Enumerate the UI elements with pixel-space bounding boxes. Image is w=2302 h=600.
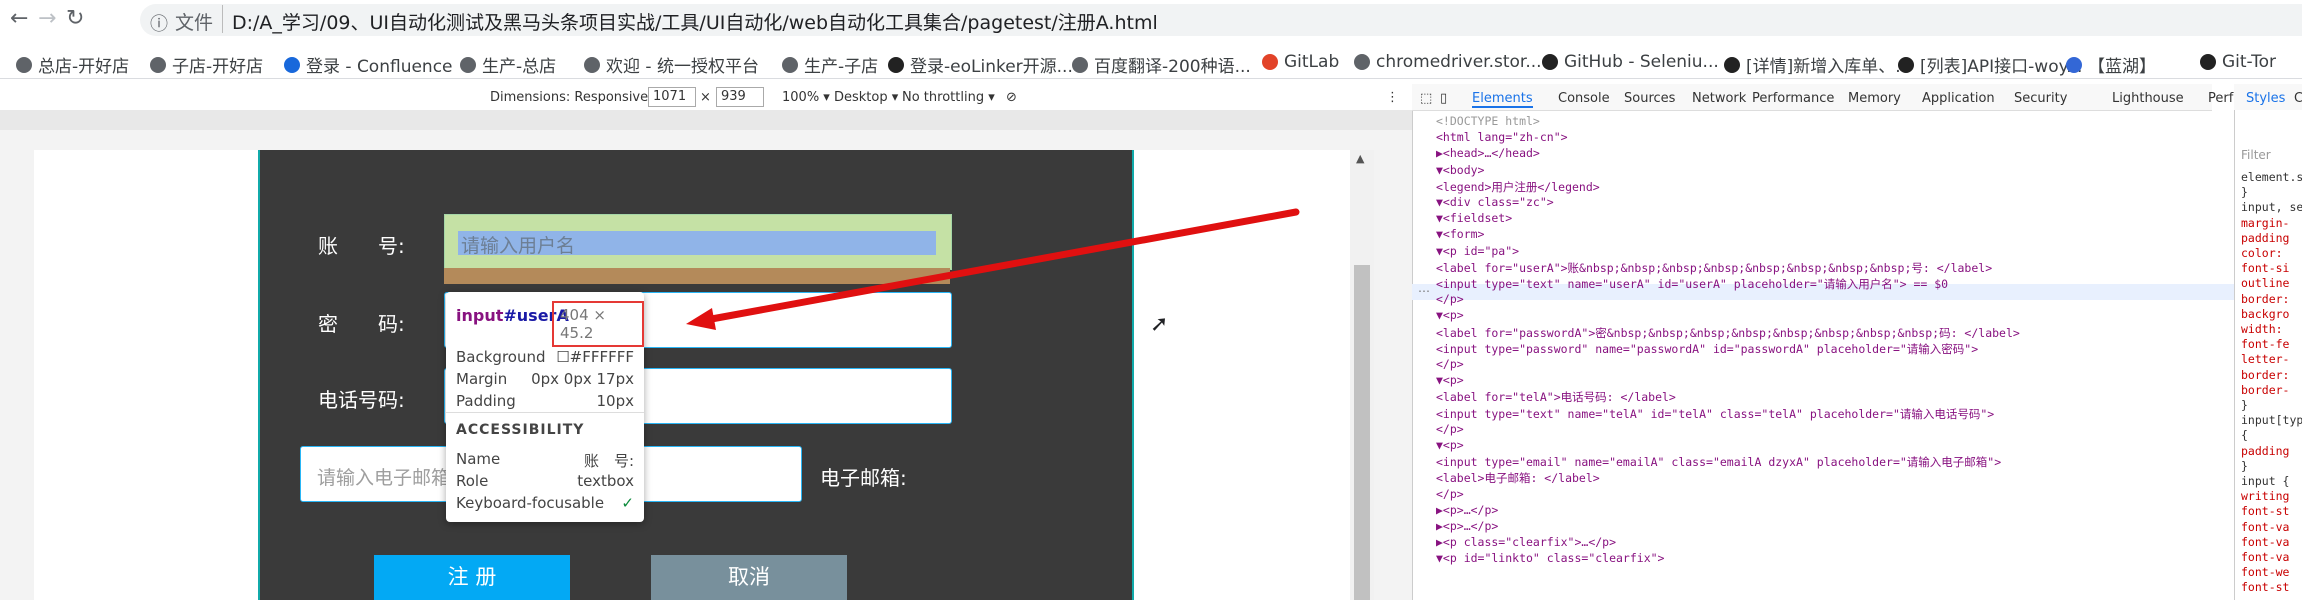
styles-tabs: Styles C xyxy=(2234,84,2302,111)
style-rule-line[interactable]: color: xyxy=(2241,246,2283,260)
dom-node-line[interactable]: <!DOCTYPE html> xyxy=(1436,114,1540,128)
github-icon xyxy=(1542,54,1558,70)
tab-computed[interactable]: C xyxy=(2294,91,2302,106)
dom-node-line[interactable]: ▼<p id="pa"> xyxy=(1436,244,1519,258)
bookmark-item[interactable]: 【蓝湖】 xyxy=(2066,52,2156,77)
style-rule-line[interactable]: } xyxy=(2241,398,2248,412)
style-rule-line[interactable]: input, sel xyxy=(2241,200,2302,214)
tab-styles[interactable]: Styles xyxy=(2246,91,2285,106)
style-rule-line[interactable]: border: xyxy=(2241,292,2289,306)
bookmark-label: 【蓝湖】 xyxy=(2088,57,2156,77)
bookmark-item[interactable]: Git-Tor xyxy=(2200,52,2276,72)
style-rule-line[interactable]: input { xyxy=(2241,474,2289,488)
style-rule-line[interactable]: margin- xyxy=(2241,216,2289,230)
style-rule-line[interactable]: } xyxy=(2241,459,2248,473)
dom-node-line[interactable]: <input type="text" name="userA" id="user… xyxy=(1436,276,1948,292)
style-rule-line[interactable]: padding xyxy=(2241,231,2289,245)
tab-sources[interactable]: Sources xyxy=(1624,91,1675,106)
bookmark-item[interactable]: [详情]新增入库单、... xyxy=(1724,52,1911,77)
tab-network[interactable]: Network xyxy=(1692,91,1746,106)
dom-node-line[interactable]: <label for="telA">电话号码: </label> xyxy=(1436,389,1676,405)
bookmark-label: [列表]API接口-woy... xyxy=(1920,57,2083,77)
style-rule-line[interactable]: font-va xyxy=(2241,550,2289,564)
style-rule-line[interactable]: outline xyxy=(2241,276,2289,290)
style-rule-line[interactable]: border- xyxy=(2241,383,2289,397)
style-rule-line[interactable]: } xyxy=(2241,185,2248,199)
style-rule-line[interactable]: backgro xyxy=(2241,307,2289,321)
style-rule-line[interactable]: font-va xyxy=(2241,535,2289,549)
style-rule-line[interactable]: width: xyxy=(2241,322,2283,336)
style-rule-line[interactable]: font-si xyxy=(2241,261,2289,275)
annotation-arrow xyxy=(686,208,1300,330)
tab-console[interactable]: Console xyxy=(1558,91,1610,106)
lanhu-icon xyxy=(2066,56,2082,73)
style-rule-line[interactable]: font-st xyxy=(2241,580,2289,594)
tab-memory[interactable]: Memory xyxy=(1848,91,1901,106)
eolinker-icon xyxy=(1724,56,1740,73)
style-rule-line[interactable]: font-va xyxy=(2241,520,2289,534)
bookmark-label: Git-Tor xyxy=(2222,52,2277,72)
dom-node-line[interactable]: ▼<p> xyxy=(1436,308,1464,322)
dom-node-line[interactable]: ▼<p> xyxy=(1436,438,1464,452)
dom-node-line[interactable]: <label for="userA">账&nbsp;&nbsp;&nbsp;&n… xyxy=(1436,260,1992,276)
bookmark-item[interactable]: [列表]API接口-woy... xyxy=(1898,52,2082,77)
style-rule-line[interactable]: element.st xyxy=(2241,170,2302,184)
styles-filter[interactable]: Filter xyxy=(2241,148,2271,162)
eolinker-icon xyxy=(1898,56,1914,73)
tab-elements[interactable]: Elements xyxy=(1472,91,1533,108)
node-menu-icon[interactable]: ⋯ xyxy=(1418,284,1430,298)
git-icon xyxy=(2200,54,2216,70)
dom-node-line[interactable]: ▶<p>…</p> xyxy=(1436,503,1498,517)
dom-node-line[interactable]: <input type="password" name="passwordA" … xyxy=(1436,341,1978,357)
style-rule-line[interactable]: font-we xyxy=(2241,565,2289,579)
style-rule-line[interactable]: border: xyxy=(2241,368,2289,382)
dom-node-line[interactable]: </p> xyxy=(1436,487,1464,501)
dom-node-line[interactable]: <input type="text" name="telA" id="telA"… xyxy=(1436,406,1994,422)
style-rule-line[interactable]: letter- xyxy=(2241,352,2289,366)
dom-node-line[interactable]: ▶<p>…</p> xyxy=(1436,519,1498,533)
style-rule-line[interactable]: input[type xyxy=(2241,413,2302,427)
style-rule-line[interactable]: font-fe xyxy=(2241,337,2289,351)
dom-node-line[interactable]: ▼<body> xyxy=(1436,163,1484,177)
dom-node-line[interactable]: ▼<fieldset> xyxy=(1436,211,1512,225)
dom-node-line[interactable]: <label>电子邮箱: </label> xyxy=(1436,470,1600,486)
tab-security[interactable]: Security xyxy=(2014,91,2067,106)
dom-node-line[interactable]: ▼<form> xyxy=(1436,227,1484,241)
tab-lighthouse[interactable]: Lighthouse xyxy=(2112,91,2184,106)
style-rule-line[interactable]: padding xyxy=(2241,444,2289,458)
dom-node-line[interactable]: </p> xyxy=(1436,292,1464,306)
dom-node-line[interactable]: <input type="email" name="emailA" class=… xyxy=(1436,454,2001,470)
inspect-element-icon[interactable]: ⬚ xyxy=(1420,91,1432,106)
styles-pane: Filter element.st}input, sel margin- pad… xyxy=(2234,110,2302,600)
dom-node-line[interactable]: ▶<p class="clearfix">…</p> xyxy=(1436,535,1616,549)
mouse-cursor-icon: ➚ xyxy=(1150,312,1169,337)
dom-node-line[interactable]: <html lang="zh-cn"> xyxy=(1436,130,1568,144)
dom-node-line[interactable]: ▶<head>…</head> xyxy=(1436,146,1540,160)
style-rule-line[interactable]: writing xyxy=(2241,489,2289,503)
devtools-tabs: ⬚ ▯ Elements Console Sources Network Perform… xyxy=(1412,84,2302,111)
tab-performance[interactable]: Performance xyxy=(1752,91,1834,106)
dom-node-line[interactable]: ▼<p> xyxy=(1436,373,1464,387)
device-toggle-icon[interactable]: ▯ xyxy=(1440,91,1447,106)
dom-node-line[interactable]: </p> xyxy=(1436,422,1464,436)
dom-node-line[interactable]: <legend>用户注册</legend> xyxy=(1436,179,1600,195)
dom-node-line[interactable]: <label for="passwordA">密&nbsp;&nbsp;&nbs… xyxy=(1436,325,2020,341)
tab-application[interactable]: Application xyxy=(1922,91,1995,106)
dom-node-line[interactable]: </p> xyxy=(1436,357,1464,371)
bookmark-item[interactable]: GitHub - Seleniu... xyxy=(1542,52,1719,72)
style-rule-line[interactable]: { xyxy=(2241,428,2248,442)
bookmark-label: [详情]新增入库单、... xyxy=(1746,57,1912,77)
style-rule-line[interactable]: font-st xyxy=(2241,504,2289,518)
bookmark-label: GitHub - Seleniu... xyxy=(1564,52,1719,72)
dom-node-line[interactable]: ▼<div class="zc"> xyxy=(1436,195,1554,209)
dom-node-line[interactable]: ▼<p id="linkto" class="clearfix"> xyxy=(1436,551,1664,565)
